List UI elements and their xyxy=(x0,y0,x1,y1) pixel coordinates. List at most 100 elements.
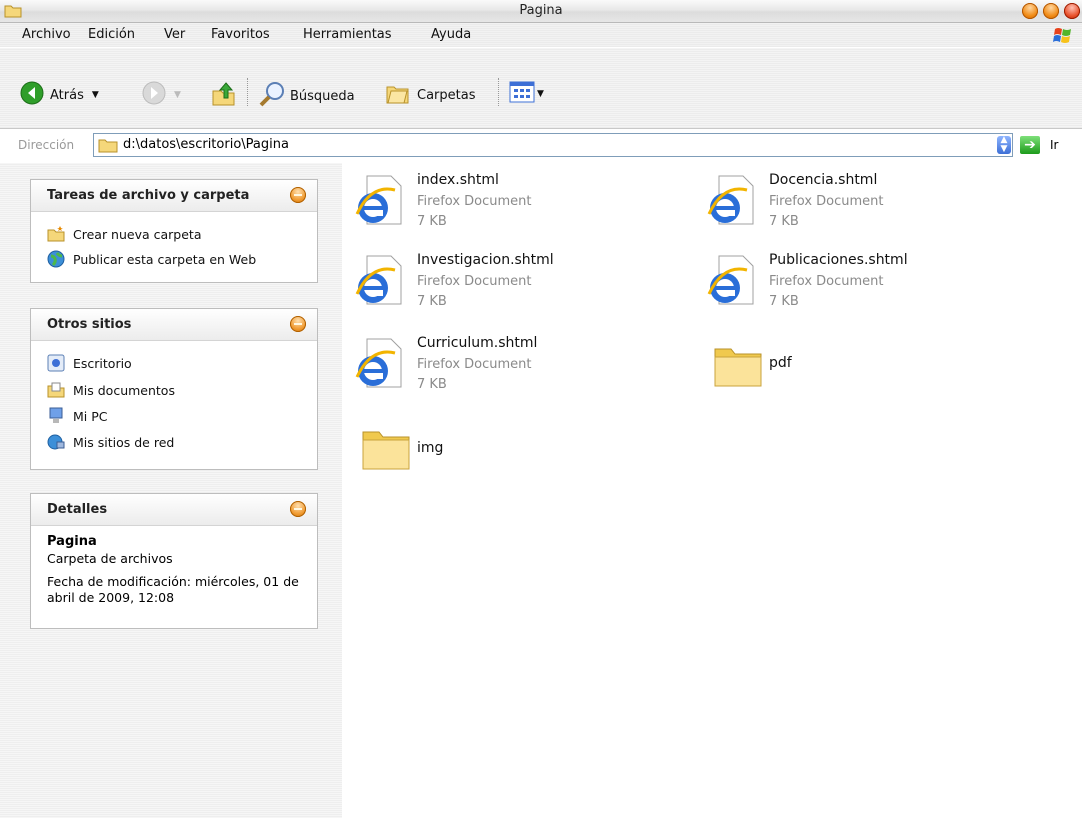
folder-icon xyxy=(713,341,763,395)
menu-archivo[interactable]: Archivo xyxy=(22,27,71,42)
file-type: Firefox Document xyxy=(769,274,884,289)
file-size: 7 KB xyxy=(417,214,447,229)
ie-document-icon xyxy=(705,174,757,232)
task-publish-web[interactable]: Publicar esta carpeta en Web xyxy=(47,250,256,268)
file-folder-tasks-panel: Tareas de archivo y carpeta Crear nueva … xyxy=(30,179,318,283)
address-label: Dirección xyxy=(18,138,75,152)
file-size: 7 KB xyxy=(417,377,447,392)
task-pane: Tareas de archivo y carpeta Crear nueva … xyxy=(0,163,342,818)
file-type: Firefox Document xyxy=(417,194,532,209)
menu-ver[interactable]: Ver xyxy=(164,27,185,42)
folders-label: Carpetas xyxy=(417,87,476,103)
file-name: Curriculum.shtml xyxy=(417,335,538,351)
views-icon xyxy=(509,81,535,107)
window-title: Pagina xyxy=(519,3,563,18)
other-places-panel: Otros sitios Escritorio Mis documentos M… xyxy=(30,308,318,470)
collapse-icon[interactable] xyxy=(290,187,306,203)
go-arrow-icon[interactable]: ➔ xyxy=(1020,136,1040,154)
task-label: Publicar esta carpeta en Web xyxy=(73,251,257,267)
my-documents-icon xyxy=(47,381,65,399)
panel-header[interactable]: Detalles xyxy=(31,494,317,526)
new-folder-icon xyxy=(47,225,65,243)
place-label: Mi PC xyxy=(73,408,108,424)
title-bar: Pagina xyxy=(0,0,1082,23)
file-item[interactable]: index.shtml Firefox Document 7 KB xyxy=(353,172,683,242)
file-name: Publicaciones.shtml xyxy=(769,252,908,268)
menu-favoritos[interactable]: Favoritos xyxy=(211,27,270,42)
panel-title: Detalles xyxy=(47,502,108,517)
close-button[interactable] xyxy=(1064,3,1080,19)
place-label: Mis sitios de red xyxy=(73,434,175,450)
file-type: Firefox Document xyxy=(417,357,532,372)
search-label: Búsqueda xyxy=(290,88,355,104)
address-field[interactable]: d:\datos\escritorio\Pagina ▲ ▼ xyxy=(93,133,1013,157)
collapse-icon[interactable] xyxy=(290,316,306,332)
file-name: index.shtml xyxy=(417,172,499,188)
place-my-documents[interactable]: Mis documentos xyxy=(47,381,175,399)
menu-herramientas[interactable]: Herramientas xyxy=(303,27,392,42)
address-value: d:\datos\escritorio\Pagina xyxy=(123,137,289,152)
back-arrow-icon xyxy=(20,81,44,109)
search-icon xyxy=(258,81,286,111)
forward-arrow-icon xyxy=(142,81,166,109)
up-folder-button[interactable] xyxy=(211,81,237,111)
task-label: Crear nueva carpeta xyxy=(73,226,202,242)
detail-name: Pagina xyxy=(47,534,97,549)
windows-logo-icon xyxy=(1052,26,1074,48)
address-dropdown-button[interactable]: ▲ ▼ xyxy=(997,136,1011,154)
detail-type: Carpeta de archivos xyxy=(47,551,173,566)
folders-icon xyxy=(385,81,411,109)
file-item[interactable]: Curriculum.shtml Firefox Document 7 KB xyxy=(353,335,683,405)
network-icon xyxy=(47,433,65,451)
maximize-button[interactable] xyxy=(1043,3,1059,19)
folder-icon xyxy=(361,424,411,478)
ie-document-icon xyxy=(353,254,405,312)
panel-header[interactable]: Tareas de archivo y carpeta xyxy=(31,180,317,212)
go-button[interactable]: Ir xyxy=(1050,138,1058,152)
file-type: Firefox Document xyxy=(417,274,532,289)
search-button[interactable]: Búsqueda xyxy=(258,81,355,111)
details-panel: Detalles Pagina Carpeta de archivos Fech… xyxy=(30,493,318,629)
toolbar: Atrás ▼ ▼ Búsqueda Carpetas ▼ xyxy=(0,48,1082,129)
forward-button[interactable]: ▼ xyxy=(142,81,181,109)
place-desktop[interactable]: Escritorio xyxy=(47,354,132,372)
place-label: Mis documentos xyxy=(73,382,175,398)
task-new-folder[interactable]: Crear nueva carpeta xyxy=(47,225,201,243)
menu-ayuda[interactable]: Ayuda xyxy=(431,27,471,42)
file-size: 7 KB xyxy=(417,294,447,309)
place-network[interactable]: Mis sitios de red xyxy=(47,433,174,451)
folder-item[interactable]: img xyxy=(353,420,683,490)
folder-name: img xyxy=(417,440,444,456)
folders-button[interactable]: Carpetas xyxy=(385,81,475,109)
folder-name: pdf xyxy=(769,355,792,371)
chevron-down-icon[interactable]: ▼ xyxy=(537,89,544,99)
menu-bar: Archivo Edición Ver Favoritos Herramient… xyxy=(0,23,1082,47)
back-label: Atrás xyxy=(50,87,84,103)
folder-icon xyxy=(98,137,118,157)
panel-title: Tareas de archivo y carpeta xyxy=(47,188,250,203)
file-item[interactable]: Investigacion.shtml Firefox Document 7 K… xyxy=(353,252,683,322)
chevron-down-icon[interactable]: ▼ xyxy=(92,90,99,100)
desktop-icon xyxy=(47,354,65,372)
file-item[interactable]: Docencia.shtml Firefox Document 7 KB xyxy=(705,172,1035,242)
ie-document-icon xyxy=(705,254,757,312)
place-label: Escritorio xyxy=(73,355,132,371)
place-my-computer[interactable]: Mi PC xyxy=(47,407,108,425)
panel-header[interactable]: Otros sitios xyxy=(31,309,317,341)
collapse-icon[interactable] xyxy=(290,501,306,517)
minimize-button[interactable] xyxy=(1022,3,1038,19)
file-size: 7 KB xyxy=(769,214,799,229)
file-item[interactable]: Publicaciones.shtml Firefox Document 7 K… xyxy=(705,252,1035,322)
folder-item[interactable]: pdf xyxy=(705,335,1035,405)
views-button[interactable]: ▼ xyxy=(509,81,544,107)
file-name: Docencia.shtml xyxy=(769,172,878,188)
detail-modified: Fecha de modificación: miércoles, 01 de … xyxy=(47,574,299,605)
menu-edicion[interactable]: Edición xyxy=(88,27,135,42)
globe-icon xyxy=(47,250,65,268)
file-size: 7 KB xyxy=(769,294,799,309)
ie-document-icon xyxy=(353,337,405,395)
file-type: Firefox Document xyxy=(769,194,884,209)
file-name: Investigacion.shtml xyxy=(417,252,554,268)
back-button[interactable]: Atrás ▼ xyxy=(20,81,99,109)
chevron-down-icon[interactable]: ▼ xyxy=(174,90,181,100)
